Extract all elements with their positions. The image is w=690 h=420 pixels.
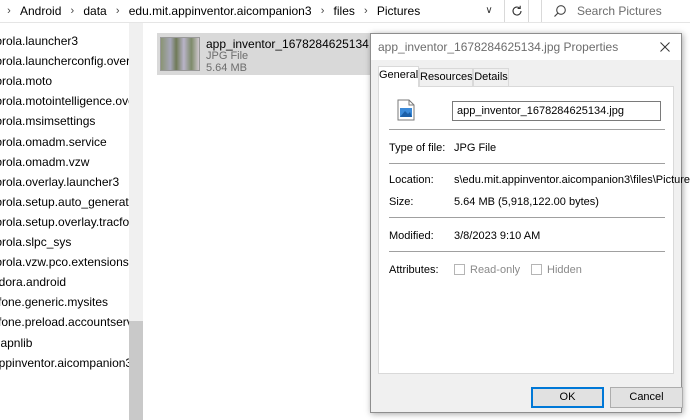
nav-item[interactable]: torola.launcher3 [0, 31, 129, 51]
location-label: Location: [389, 174, 434, 186]
nav-item-label: torola.omadm.service [0, 134, 107, 149]
navigation-pane: s appinventor.aicompanion3 y.apnlib cfone.p… [0, 23, 143, 420]
hidden-label: Hidden [547, 264, 582, 276]
file-name: app_inventor_1678284625134.jpg [206, 37, 389, 51]
hidden-checkbox[interactable] [531, 264, 542, 275]
dialog-title: app_inventor_1678284625134.jpg Propertie… [378, 40, 619, 54]
nav-item[interactable]: appinventor.aicompanion3 [0, 353, 129, 373]
dialog-titlebar[interactable]: app_inventor_1678284625134.jpg Propertie… [371, 34, 681, 60]
search-icon [554, 5, 566, 17]
nav-item[interactable]: torola.moto [0, 71, 129, 91]
type-value: JPG File [454, 142, 497, 154]
breadcrumb: › Android › data › edu.mit.appinventor.a… [0, 0, 478, 22]
divider [389, 163, 665, 164]
readonly-label: Read-only [470, 264, 521, 276]
breadcrumb-data[interactable]: data [81, 4, 108, 18]
nav-item-label: torola.overlay.launcher3 [0, 174, 120, 189]
nav-item-label: torola.moto [0, 74, 53, 89]
type-label: Type of file: [389, 142, 446, 154]
nav-item[interactable]: s [0, 373, 129, 393]
nav-item[interactable]: torola.omadm.service [0, 132, 129, 152]
file-type: JPG File [206, 50, 249, 62]
nav-item[interactable]: torola.omadm.vzw [0, 152, 129, 172]
close-button[interactable] [649, 34, 681, 60]
refresh-icon [511, 5, 522, 16]
image-thumbnail [160, 37, 200, 71]
properties-dialog: app_inventor_1678284625134.jpg Propertie… [370, 33, 690, 413]
nav-item[interactable]: torola.overlay.launcher3 [0, 172, 129, 192]
breadcrumb-chevron-icon[interactable]: › [109, 5, 127, 17]
nav-item[interactable]: cfone.generic.mysites [0, 292, 129, 312]
nav-item-label: torola.launcher3 [0, 34, 79, 48]
refresh-button[interactable] [504, 0, 529, 22]
modified-label: Modified: [389, 230, 434, 242]
nav-scrollbar-thumb[interactable] [129, 321, 143, 420]
search-input[interactable] [575, 3, 685, 19]
breadcrumb-chevron-icon[interactable]: › [63, 5, 81, 17]
nav-item-label: torola.motointelligence.overlay [0, 94, 129, 109]
readonly-checkbox[interactable] [454, 264, 465, 275]
nav-item[interactable]: torola.launcherconfig.overlay [0, 51, 129, 71]
nav-item-label: torola.setup.overlay.tracfone [0, 214, 129, 229]
nav-item-label: torola.msimsettings [0, 114, 96, 129]
tab-general[interactable]: General [378, 66, 419, 87]
address-dropdown-icon[interactable]: ∨ [478, 0, 500, 22]
breadcrumb-chevron-icon[interactable]: › [357, 5, 375, 17]
nav-item[interactable]: y.apnlib [0, 333, 129, 353]
nav-item-label: y.apnlib [0, 335, 33, 350]
nav-item-label: torola.setup.auto_generated_ [0, 194, 129, 209]
nav-item-label: torola.omadm.vzw [0, 154, 90, 169]
file-size: 5.64 MB [206, 62, 247, 74]
nav-item-label: appinventor.aicompanion3 [0, 355, 129, 370]
divider [389, 251, 665, 252]
ok-button[interactable]: OK [531, 387, 604, 408]
divider [389, 217, 665, 218]
nav-item[interactable]: ndora.android [0, 272, 129, 292]
nav-item-label: cfone.preload.accountservice [0, 315, 129, 330]
general-tab-panel: Type of file: JPG File Location: s\edu.m… [378, 86, 690, 374]
breadcrumb-android[interactable]: Android [18, 4, 63, 18]
nav-item[interactable]: cfone.preload.accountservice [0, 312, 129, 332]
nav-item-label: torola.slpc_sys [0, 235, 72, 249]
location-value: s\edu.mit.appinventor.aicompanion3\files… [454, 174, 690, 186]
image-file-icon [397, 99, 415, 121]
nav-item-label: cfone.generic.mysites [0, 295, 109, 310]
tab-details[interactable]: Details [473, 68, 509, 86]
close-icon [660, 42, 670, 52]
size-value: 5.64 MB (5,918,122.00 bytes) [454, 196, 599, 208]
nav-item[interactable]: torola.msimsettings [0, 111, 129, 131]
file-item-selected[interactable]: app_inventor_1678284625134.jpg JPG File … [157, 33, 388, 75]
nav-item-label: torola.vzw.pco.extensions.pco [0, 255, 129, 270]
nav-item[interactable]: torola.vzw.pco.extensions.pco [0, 252, 129, 272]
tab-resources[interactable]: Resources [419, 68, 473, 86]
nav-item-label: ndora.android [0, 275, 67, 290]
nav-item[interactable]: torola.motointelligence.overlay [0, 91, 129, 111]
breadcrumb-chevron-icon[interactable]: › [314, 5, 332, 17]
nav-item[interactable]: torola.slpc_sys [0, 232, 129, 252]
breadcrumb-pictures[interactable]: Pictures [375, 4, 422, 18]
breadcrumb-files[interactable]: files [332, 4, 357, 18]
nav-item[interactable]: torola.setup.overlay.tracfone [0, 212, 129, 232]
attributes-label: Attributes: [389, 264, 439, 276]
divider [389, 129, 665, 130]
search-box[interactable] [541, 0, 690, 22]
nav-item-label: torola.launcherconfig.overlay [0, 54, 129, 69]
nav-item[interactable]: torola.setup.auto_generated_ [0, 192, 129, 212]
breadcrumb-chevron-icon[interactable]: › [0, 5, 18, 17]
filename-field[interactable] [452, 101, 661, 121]
size-label: Size: [389, 196, 414, 208]
breadcrumb-app-folder[interactable]: edu.mit.appinventor.aicompanion3 [127, 4, 314, 18]
address-bar: › Android › data › edu.mit.appinventor.a… [0, 0, 690, 23]
cancel-button[interactable]: Cancel [610, 387, 683, 408]
modified-value: 3/8/2023 9:10 AM [454, 230, 541, 242]
